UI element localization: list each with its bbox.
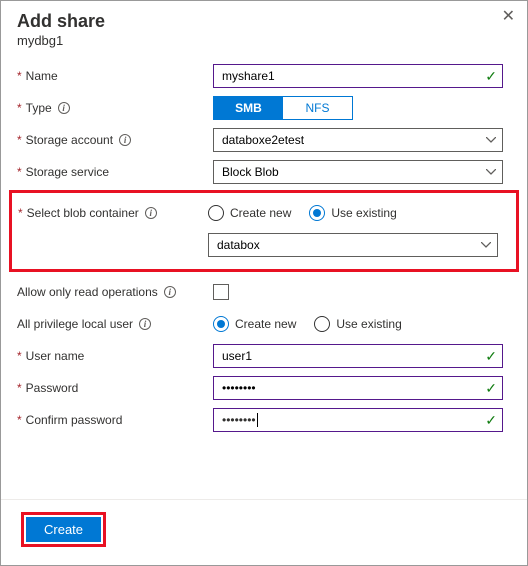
radio-label: Use existing bbox=[336, 317, 401, 331]
required-marker: * bbox=[17, 165, 22, 179]
row-storage-account: * Storage account i databoxe2etest bbox=[17, 124, 511, 156]
add-share-panel: Add share mydbg1 ✕ * Name ✓ * Type i bbox=[0, 0, 528, 566]
required-marker: * bbox=[17, 69, 22, 83]
type-segmented: SMB NFS bbox=[213, 96, 353, 120]
blob-radio-group: Create new Use existing bbox=[208, 205, 397, 221]
storage-account-select[interactable]: databoxe2etest bbox=[213, 128, 503, 152]
panel-footer: Create bbox=[1, 499, 527, 565]
panel-header: Add share mydbg1 ✕ bbox=[1, 1, 527, 52]
row-password: * Password ✓ bbox=[17, 372, 511, 404]
panel-subtitle: mydbg1 bbox=[17, 33, 511, 48]
row-select-blob-container: * Select blob container i Create new Use… bbox=[18, 197, 510, 229]
user-radio-group: Create new Use existing bbox=[213, 316, 402, 332]
tab-nfs[interactable]: NFS bbox=[283, 97, 352, 119]
user-name-input[interactable] bbox=[213, 344, 503, 368]
label-all-privilege-user: All privilege local user bbox=[17, 317, 133, 331]
row-blob-container-value: databox bbox=[18, 229, 510, 261]
label-type: Type bbox=[26, 101, 52, 115]
label-name: Name bbox=[26, 69, 58, 83]
radio-label: Create new bbox=[235, 317, 296, 331]
row-name: * Name ✓ bbox=[17, 60, 511, 92]
row-user-name: * User name ✓ bbox=[17, 340, 511, 372]
radio-user-use-existing[interactable]: Use existing bbox=[314, 316, 401, 332]
blob-container-select[interactable]: databox bbox=[208, 233, 498, 257]
radio-blob-use-existing[interactable]: Use existing bbox=[309, 205, 396, 221]
info-icon[interactable]: i bbox=[139, 318, 151, 330]
radio-label: Use existing bbox=[331, 206, 396, 220]
row-confirm-password: * Confirm password •••••••• ✓ bbox=[17, 404, 511, 436]
name-input[interactable] bbox=[213, 64, 503, 88]
required-marker: * bbox=[17, 133, 22, 147]
row-all-privilege-user: All privilege local user i Create new Us… bbox=[17, 308, 511, 340]
label-confirm-password: Confirm password bbox=[26, 413, 123, 427]
label-storage-account: Storage account bbox=[26, 133, 113, 147]
row-allow-read: Allow only read operations i bbox=[17, 276, 511, 308]
required-marker: * bbox=[17, 101, 22, 115]
required-marker: * bbox=[17, 381, 22, 395]
radio-blob-create-new[interactable]: Create new bbox=[208, 205, 291, 221]
required-marker: * bbox=[18, 206, 23, 220]
required-marker: * bbox=[17, 413, 22, 427]
storage-service-select[interactable]: Block Blob bbox=[213, 160, 503, 184]
info-icon[interactable]: i bbox=[58, 102, 70, 114]
password-input[interactable] bbox=[213, 376, 503, 400]
radio-user-create-new[interactable]: Create new bbox=[213, 316, 296, 332]
info-icon[interactable]: i bbox=[145, 207, 157, 219]
panel-title: Add share bbox=[17, 11, 511, 32]
radio-label: Create new bbox=[230, 206, 291, 220]
confirm-password-input[interactable]: •••••••• bbox=[213, 408, 503, 432]
row-storage-service: * Storage service Block Blob bbox=[17, 156, 511, 188]
allow-read-checkbox[interactable] bbox=[213, 284, 229, 300]
info-icon[interactable]: i bbox=[119, 134, 131, 146]
form-area: * Name ✓ * Type i SMB NFS bbox=[1, 52, 527, 499]
row-type: * Type i SMB NFS bbox=[17, 92, 511, 124]
label-allow-read: Allow only read operations bbox=[17, 285, 158, 299]
highlight-create: Create bbox=[21, 512, 106, 547]
tab-smb[interactable]: SMB bbox=[214, 97, 283, 119]
label-password: Password bbox=[26, 381, 79, 395]
close-icon[interactable]: ✕ bbox=[502, 9, 515, 25]
label-user-name: User name bbox=[26, 349, 85, 363]
info-icon[interactable]: i bbox=[164, 286, 176, 298]
required-marker: * bbox=[17, 349, 22, 363]
label-select-blob-container: Select blob container bbox=[27, 206, 139, 220]
label-storage-service: Storage service bbox=[26, 165, 109, 179]
create-button[interactable]: Create bbox=[26, 517, 101, 542]
highlight-blob-container: * Select blob container i Create new Use… bbox=[9, 190, 519, 272]
